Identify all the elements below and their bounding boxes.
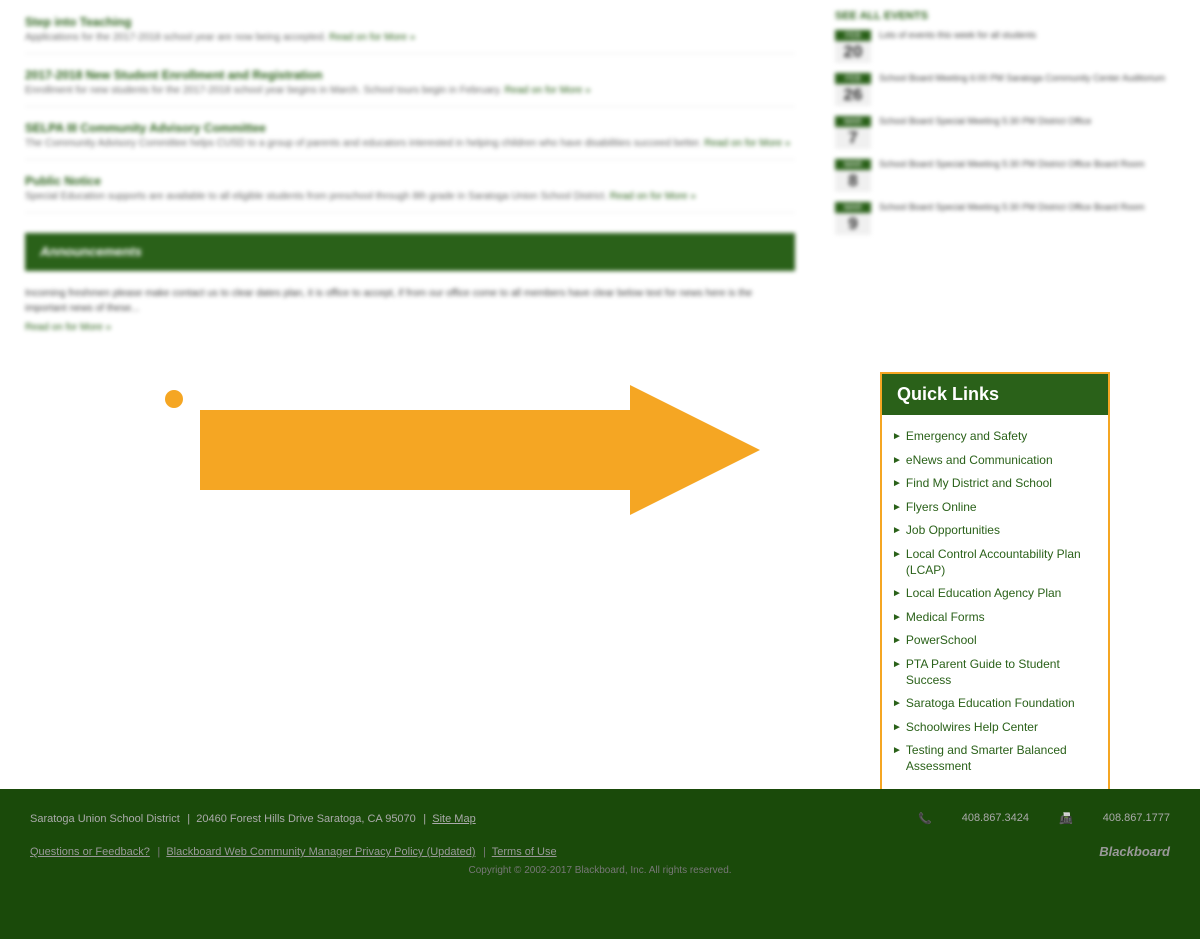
quick-link-item-flyers-online: ► Flyers Online xyxy=(892,496,1098,520)
quick-link-powerschool[interactable]: PowerSchool xyxy=(906,633,977,649)
orange-arrow-icon xyxy=(200,385,760,515)
quick-link-emergency-safety[interactable]: Emergency and Safety xyxy=(906,429,1027,445)
quick-link-job-opportunities[interactable]: Job Opportunities xyxy=(906,523,1000,539)
quick-link-item-powerschool: ► PowerSchool xyxy=(892,629,1098,653)
quick-link-arrow-icon: ► xyxy=(892,722,902,733)
quick-link-arrow-icon: ► xyxy=(892,635,902,646)
footer-district-name: Saratoga Union School District xyxy=(30,813,180,825)
footer-sitemap-link[interactable]: Site Map xyxy=(432,813,475,825)
quick-link-arrow-icon: ► xyxy=(892,455,902,466)
quick-links-title: Quick Links xyxy=(897,384,1093,405)
footer-questions-link[interactable]: Questions or Feedback? xyxy=(30,846,150,858)
quick-link-item-job-opportunities: ► Job Opportunities xyxy=(892,519,1098,543)
footer-district-info: Saratoga Union School District | 20460 F… xyxy=(30,809,476,827)
quick-link-schoolwires-help[interactable]: Schoolwires Help Center xyxy=(906,720,1038,736)
footer-phone-icon2: 📠 xyxy=(1059,812,1073,825)
footer-copyright: Copyright © 2002-2017 Blackboard, Inc. A… xyxy=(30,865,1170,876)
quick-link-item-schoolwires-help: ► Schoolwires Help Center xyxy=(892,716,1098,740)
quick-link-arrow-icon: ► xyxy=(892,549,902,560)
quick-link-item-pta-guide: ► PTA Parent Guide to Student Success xyxy=(892,653,1098,692)
quick-link-medical-forms[interactable]: Medical Forms xyxy=(906,610,985,626)
footer-phone1: 408.867.3424 xyxy=(962,812,1029,825)
quick-link-item-lcap: ► Local Control Accountability Plan (LCA… xyxy=(892,543,1098,582)
footer-address: 20460 Forest Hills Drive Saratoga, CA 95… xyxy=(196,813,416,825)
footer-sep4: | xyxy=(480,846,492,858)
footer-phones: 📞 408.867.3424 📠 408.867.1777 xyxy=(918,812,1170,825)
quick-link-lea-plan[interactable]: Local Education Agency Plan xyxy=(906,586,1061,602)
orange-arrow-container xyxy=(200,370,800,530)
footer-phone2: 408.867.1777 xyxy=(1103,812,1170,825)
sharp-content-layer: Quick Links ► Emergency and Safety ► eNe… xyxy=(0,0,1200,939)
footer: Saratoga Union School District | 20460 F… xyxy=(0,789,1200,939)
quick-link-arrow-icon: ► xyxy=(892,478,902,489)
orange-dot-indicator xyxy=(165,390,183,408)
footer-sep3: | xyxy=(154,846,166,858)
quick-link-testing-smarter[interactable]: Testing and Smarter Balanced Assessment xyxy=(906,743,1098,774)
footer-phone-icon1: 📞 xyxy=(918,812,932,825)
quick-link-item-emergency-safety: ► Emergency and Safety xyxy=(892,425,1098,449)
quick-link-enews-communication[interactable]: eNews and Communication xyxy=(906,453,1053,469)
quick-link-arrow-icon: ► xyxy=(892,525,902,536)
footer-separator2: | xyxy=(420,813,432,825)
quick-link-item-medical-forms: ► Medical Forms xyxy=(892,606,1098,630)
quick-link-arrow-icon: ► xyxy=(892,612,902,623)
quick-link-arrow-icon: ► xyxy=(892,659,902,670)
footer-separator1: | xyxy=(184,813,196,825)
quick-link-item-testing-smarter: ► Testing and Smarter Balanced Assessmen… xyxy=(892,739,1098,778)
footer-bottom: Questions or Feedback? | Blackboard Web … xyxy=(30,842,1170,860)
quick-link-flyers-online[interactable]: Flyers Online xyxy=(906,500,977,516)
quick-links-list: ► Emergency and Safety ► eNews and Commu… xyxy=(882,420,1108,789)
footer-terms-link[interactable]: Terms of Use xyxy=(492,846,557,858)
footer-top: Saratoga Union School District | 20460 F… xyxy=(30,809,1170,827)
quick-link-arrow-icon: ► xyxy=(892,698,902,709)
quick-links-header: Quick Links xyxy=(882,374,1108,415)
quick-links-panel: Quick Links ► Emergency and Safety ► eNe… xyxy=(880,372,1110,791)
quick-link-item-saratoga-edu: ► Saratoga Education Foundation xyxy=(892,692,1098,716)
quick-link-arrow-icon: ► xyxy=(892,745,902,756)
footer-privacy-link[interactable]: Blackboard Web Community Manager Privacy… xyxy=(166,846,475,858)
quick-link-saratoga-edu[interactable]: Saratoga Education Foundation xyxy=(906,696,1075,712)
quick-link-item-enews-communication: ► eNews and Communication xyxy=(892,449,1098,473)
quick-link-arrow-icon: ► xyxy=(892,502,902,513)
footer-links-container: Questions or Feedback? | Blackboard Web … xyxy=(30,842,557,860)
quick-link-lcap[interactable]: Local Control Accountability Plan (LCAP) xyxy=(906,547,1098,578)
footer-blackboard-brand: Blackboard xyxy=(1099,844,1170,859)
quick-link-item-lea-plan: ► Local Education Agency Plan xyxy=(892,582,1098,606)
quick-link-item-find-district-school: ► Find My District and School xyxy=(892,472,1098,496)
quick-link-find-district-school[interactable]: Find My District and School xyxy=(906,476,1052,492)
quick-link-arrow-icon: ► xyxy=(892,431,902,442)
quick-link-arrow-icon: ► xyxy=(892,588,902,599)
quick-link-pta-guide[interactable]: PTA Parent Guide to Student Success xyxy=(906,657,1098,688)
